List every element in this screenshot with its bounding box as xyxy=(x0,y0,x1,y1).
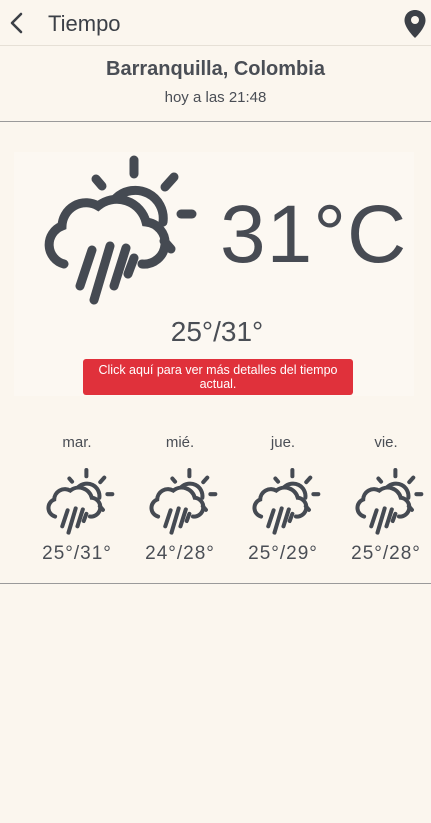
forecast-temperature-range: 25°/31° xyxy=(42,543,112,564)
current-weather-card: 31°C 25°/31° Click aquí para ver más det… xyxy=(14,152,414,396)
forecast-day[interactable]: mié. 24°/28° xyxy=(130,430,230,565)
divider xyxy=(0,121,431,122)
app-bar: Tiempo xyxy=(0,0,431,46)
rain-sun-icon xyxy=(245,467,321,537)
rain-sun-icon xyxy=(28,154,198,309)
update-time: hoy a las 21:48 xyxy=(164,89,267,106)
forecast-day[interactable]: jue. 25°/29° xyxy=(233,430,333,565)
forecast-day[interactable]: vie. 25°/28° xyxy=(336,430,431,565)
forecast-temperature-range: 24°/28° xyxy=(145,543,215,564)
current-temperature: 31°C xyxy=(220,189,408,280)
rain-sun-icon xyxy=(348,467,424,537)
divider xyxy=(0,583,431,584)
rain-sun-icon xyxy=(142,467,218,537)
forecast-day-name: vie. xyxy=(374,434,398,451)
forecast-temperature-range: 25°/28° xyxy=(351,543,421,564)
details-button[interactable]: Click aquí para ver más detalles del tie… xyxy=(83,359,353,395)
location-name: Barranquilla, Colombia xyxy=(106,58,325,80)
forecast-day-name: mar. xyxy=(62,434,92,451)
forecast-day-name: mié. xyxy=(165,434,195,451)
forecast-temperature-range: 25°/29° xyxy=(248,543,318,564)
page-title: Tiempo xyxy=(48,11,121,36)
rain-sun-icon xyxy=(39,467,115,537)
forecast-day[interactable]: mar. 25°/31° xyxy=(27,430,127,565)
current-temperature-range: 25°/31° xyxy=(170,316,264,347)
back-arrow-icon[interactable] xyxy=(4,8,34,38)
forecast-day-name: jue. xyxy=(270,434,296,451)
location-pin-icon[interactable] xyxy=(403,9,427,39)
forecast-list: mar. 25°/31° mié. 24°/28° jue. 25°/29° v… xyxy=(0,430,431,580)
